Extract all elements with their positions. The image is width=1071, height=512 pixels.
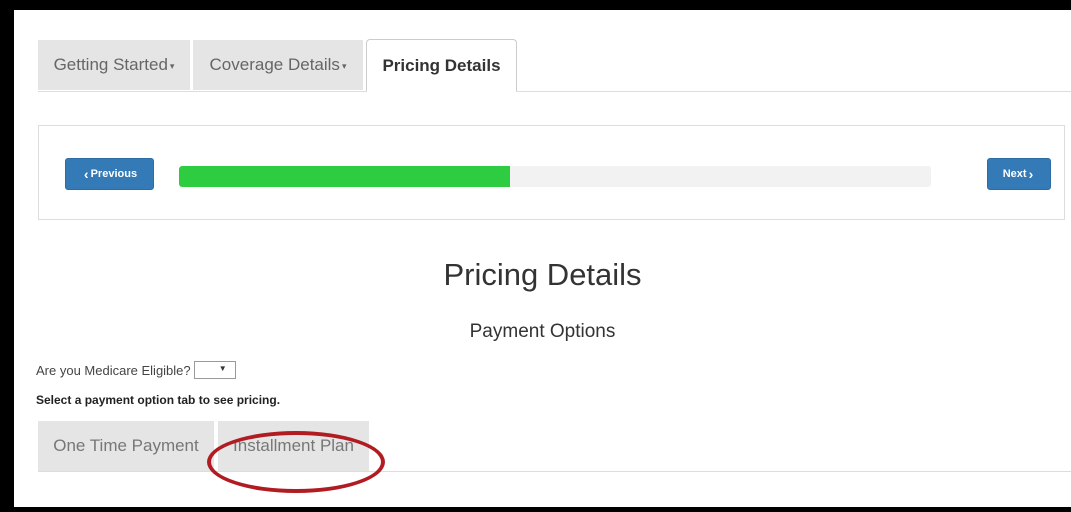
tab-label: Pricing Details xyxy=(382,55,501,75)
previous-button[interactable]: ‹ Previous xyxy=(65,158,154,190)
progress-bar xyxy=(179,166,931,187)
wizard-panel: ‹ Previous Next › xyxy=(38,125,1065,220)
medicare-label: Are you Medicare Eligible? xyxy=(36,362,191,378)
medicare-select[interactable]: ▼ xyxy=(193,361,236,379)
payment-tabs: One Time Payment Installment Plan xyxy=(38,421,1071,472)
browser-content: Getting Started ▾ Coverage Details ▾ Prici… xyxy=(14,10,1071,507)
caret-down-icon: ▾ xyxy=(169,60,175,71)
tab-label: Coverage Details xyxy=(209,55,340,74)
chevron-right-icon: › xyxy=(1028,166,1034,182)
main-tabs: Getting Started ▾ Coverage Details ▾ Prici… xyxy=(38,39,1071,92)
medicare-row: Are you Medicare Eligible? ▼ xyxy=(36,361,236,379)
tab-one-time-payment[interactable]: One Time Payment xyxy=(38,421,214,471)
caret-down-icon: ▾ xyxy=(341,60,347,71)
page-title: Pricing Details xyxy=(443,257,642,292)
tab-label: One Time Payment xyxy=(53,436,199,455)
progress-fill xyxy=(179,166,510,187)
tab-installment-plan[interactable]: Installment Plan xyxy=(218,421,369,471)
next-button[interactable]: Next › xyxy=(987,158,1051,190)
tab-label: Getting Started xyxy=(53,55,168,74)
instruction-text: Select a payment option tab to see prici… xyxy=(36,393,281,407)
tab-pricing-details[interactable]: Pricing Details xyxy=(366,39,517,92)
chevron-left-icon: ‹ xyxy=(83,166,89,182)
dropdown-arrow-icon: ▼ xyxy=(218,364,227,373)
tab-coverage-details[interactable]: Coverage Details ▾ xyxy=(193,40,363,90)
section-subtitle: Payment Options xyxy=(469,321,616,342)
next-label: Next xyxy=(1002,168,1027,180)
tab-getting-started[interactable]: Getting Started ▾ xyxy=(38,40,190,90)
previous-label: Previous xyxy=(90,168,138,180)
tab-label: Installment Plan xyxy=(233,436,354,455)
